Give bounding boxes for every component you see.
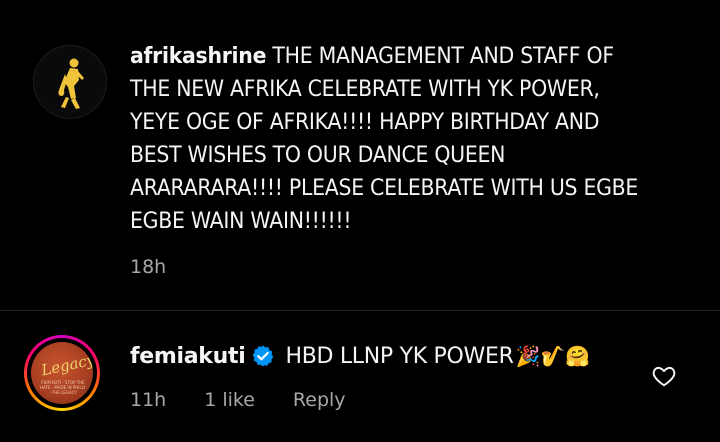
caption-timestamp: 18h bbox=[130, 256, 167, 278]
comment-item: Legacy FEMI KUTI · STOP THE HATE · MADE … bbox=[0, 311, 720, 442]
verified-badge-icon bbox=[251, 344, 275, 368]
post-caption: afrikashrine THE MANAGEMENT AND STAFF OF… bbox=[0, 0, 720, 300]
heart-outline-icon[interactable] bbox=[651, 363, 677, 389]
avatar-fine-text: FEMI KUTI · STOP THE HATE · MADE IN PHIL… bbox=[40, 380, 86, 395]
avatar-image: Legacy FEMI KUTI · STOP THE HATE · MADE … bbox=[31, 342, 93, 404]
saxophone-player-logo-icon bbox=[58, 58, 84, 109]
caption-text: afrikashrine THE MANAGEMENT AND STAFF OF… bbox=[130, 40, 651, 238]
caption-body: THE MANAGEMENT AND STAFF OF THE NEW AFRI… bbox=[130, 44, 639, 234]
comment-meta: 11h 1 like Reply bbox=[130, 389, 384, 411]
comment-likes[interactable]: 1 like bbox=[204, 389, 255, 411]
caption-username[interactable]: afrikashrine bbox=[130, 44, 266, 69]
comment-text: HBD LLNP YK POWER bbox=[285, 343, 514, 369]
femiakuti-avatar[interactable]: Legacy FEMI KUTI · STOP THE HATE · MADE … bbox=[24, 335, 100, 411]
afrikashrine-avatar[interactable] bbox=[33, 45, 107, 119]
comment-username[interactable]: femiakuti bbox=[130, 344, 246, 369]
reply-button[interactable]: Reply bbox=[293, 389, 346, 411]
comment-timestamp: 11h bbox=[130, 389, 167, 411]
avatar-logo-text: Legacy bbox=[39, 350, 93, 380]
comment-line: femiakuti HBD LLNP YK POWER 🎉🎷🤗 bbox=[130, 339, 590, 373]
comment-emojis: 🎉🎷🤗 bbox=[515, 344, 591, 368]
